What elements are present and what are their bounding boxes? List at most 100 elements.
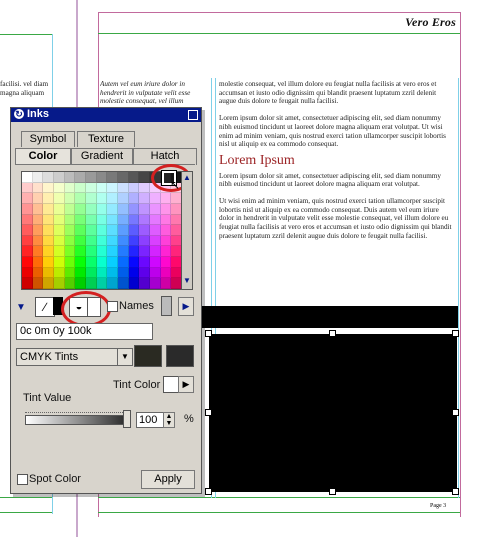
color-swatch[interactable] (64, 246, 76, 258)
color-swatch[interactable] (118, 214, 129, 226)
color-swatch[interactable] (64, 225, 76, 236)
collapse-icon[interactable] (188, 110, 198, 120)
resize-handle[interactable] (329, 330, 336, 337)
color-swatch[interactable] (54, 203, 65, 215)
color-swatch[interactable] (107, 203, 118, 215)
color-swatch[interactable] (43, 203, 54, 215)
color-swatch[interactable] (128, 203, 140, 215)
spot-color-checkbox[interactable] (17, 474, 28, 485)
palette-menu-icon[interactable]: ↻ (14, 109, 24, 119)
color-swatch[interactable] (139, 278, 150, 289)
color-swatch[interactable] (75, 182, 86, 194)
apply-button[interactable]: Apply (141, 470, 195, 489)
color-swatch[interactable] (54, 267, 65, 279)
color-swatch[interactable] (107, 278, 118, 289)
color-swatch[interactable] (86, 214, 97, 226)
color-swatch[interactable] (22, 278, 33, 289)
color-swatch[interactable] (139, 214, 150, 226)
color-swatch[interactable] (64, 278, 76, 289)
color-swatch[interactable] (43, 235, 54, 247)
color-swatch[interactable] (96, 193, 108, 204)
color-swatch[interactable] (43, 172, 54, 183)
color-swatch[interactable] (22, 203, 33, 215)
color-swatch[interactable] (64, 182, 76, 194)
color-swatch[interactable] (54, 182, 65, 194)
color-swatch[interactable] (43, 214, 54, 226)
color-swatch[interactable] (86, 235, 97, 247)
color-swatch[interactable] (86, 257, 97, 268)
resize-handle[interactable] (205, 409, 212, 416)
color-swatch[interactable] (32, 203, 44, 215)
color-swatch[interactable] (160, 246, 172, 258)
color-swatch[interactable] (128, 193, 140, 204)
color-swatch[interactable] (107, 182, 118, 194)
color-swatch[interactable] (22, 257, 33, 268)
resize-handle[interactable] (452, 409, 459, 416)
color-swatch[interactable] (139, 267, 150, 279)
color-swatch[interactable] (75, 246, 86, 258)
color-swatch[interactable] (96, 225, 108, 236)
color-swatch[interactable] (150, 257, 161, 268)
color-swatch[interactable] (160, 278, 172, 289)
color-swatch[interactable] (54, 172, 65, 183)
color-swatch[interactable] (128, 246, 140, 258)
color-swatch[interactable] (150, 214, 161, 226)
color-swatch[interactable] (107, 267, 118, 279)
color-swatch[interactable] (118, 172, 129, 183)
color-swatch[interactable] (150, 267, 161, 279)
color-swatch[interactable] (64, 193, 76, 204)
color-swatch[interactable] (54, 193, 65, 204)
names-checkbox[interactable] (107, 301, 118, 312)
tint-mode-select[interactable]: CMYK Tints ▼ (16, 348, 133, 366)
color-swatch[interactable] (43, 182, 54, 194)
color-swatch[interactable] (96, 235, 108, 247)
color-swatch[interactable] (86, 172, 97, 183)
color-swatch[interactable] (118, 182, 129, 194)
color-swatch[interactable] (96, 203, 108, 215)
color-swatch[interactable] (118, 193, 129, 204)
trash-icon[interactable] (161, 296, 172, 316)
scroll-down-icon[interactable]: ▼ (183, 276, 191, 285)
color-swatch[interactable] (150, 225, 161, 236)
color-swatch[interactable] (64, 214, 76, 226)
resize-handle[interactable] (329, 488, 336, 495)
color-swatch[interactable] (128, 235, 140, 247)
color-swatch[interactable] (118, 267, 129, 279)
color-swatch[interactable] (118, 278, 129, 289)
expand-button[interactable]: ▶ (178, 297, 194, 316)
color-swatch[interactable] (128, 225, 140, 236)
tab-color[interactable]: Color (15, 148, 71, 165)
color-swatch[interactable] (139, 193, 150, 204)
color-swatch[interactable] (22, 267, 33, 279)
tab-symbol[interactable]: Symbol (21, 131, 75, 147)
color-swatch[interactable] (54, 225, 65, 236)
color-swatch[interactable] (32, 235, 44, 247)
color-swatch[interactable] (43, 246, 54, 258)
color-swatch[interactable] (32, 193, 44, 204)
color-swatch[interactable] (96, 246, 108, 258)
color-swatch[interactable] (54, 214, 65, 226)
color-swatch[interactable] (150, 278, 161, 289)
tint-stepper[interactable]: ▲ ▼ (163, 412, 175, 428)
chevron-down-icon[interactable]: ▼ (117, 349, 132, 365)
color-swatch[interactable] (160, 214, 172, 226)
color-swatch[interactable] (22, 225, 33, 236)
color-swatch[interactable] (118, 225, 129, 236)
color-swatch[interactable] (75, 278, 86, 289)
resize-handle[interactable] (205, 330, 212, 337)
color-swatch[interactable] (86, 278, 97, 289)
color-swatch[interactable] (128, 257, 140, 268)
color-swatch[interactable] (32, 278, 44, 289)
color-swatch[interactable] (96, 267, 108, 279)
color-swatch[interactable] (128, 182, 140, 194)
color-swatch[interactable] (22, 246, 33, 258)
color-swatch[interactable] (139, 203, 150, 215)
color-swatch[interactable] (43, 193, 54, 204)
color-swatch[interactable] (139, 246, 150, 258)
tint-color-swatch[interactable] (163, 376, 179, 393)
color-swatch[interactable] (96, 214, 108, 226)
color-swatch[interactable] (86, 267, 97, 279)
color-swatch[interactable] (32, 182, 44, 194)
color-swatch[interactable] (75, 225, 86, 236)
color-swatch[interactable] (118, 246, 129, 258)
